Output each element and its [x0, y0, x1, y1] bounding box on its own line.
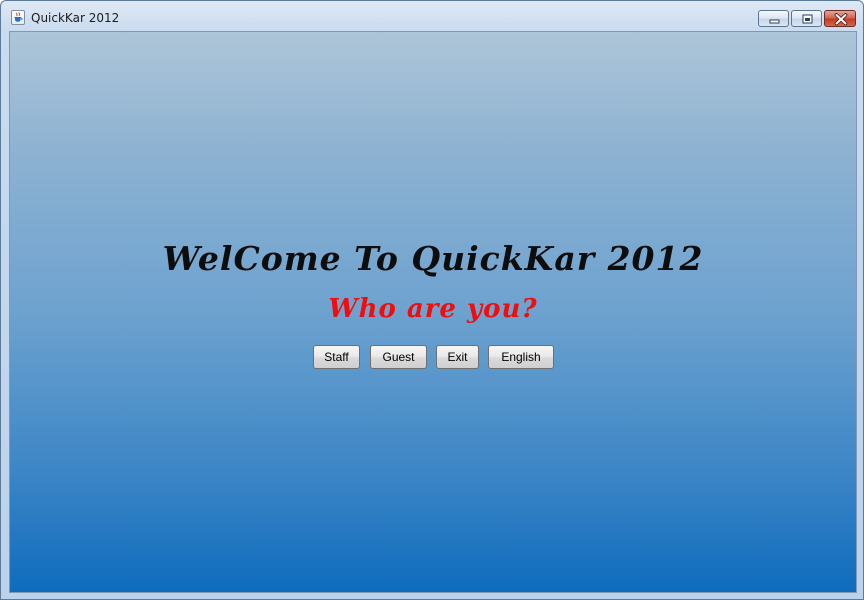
window-title: QuickKar 2012 — [31, 11, 120, 25]
staff-button[interactable]: Staff — [313, 345, 360, 369]
app-window: QuickKar 2012 WelCome To QuickKar 2012 W… — [0, 0, 864, 600]
guest-button[interactable]: Guest — [370, 345, 427, 369]
java-cup-icon[interactable] — [11, 10, 25, 25]
close-icon — [834, 13, 848, 26]
close-button[interactable] — [824, 10, 856, 27]
exit-button[interactable]: Exit — [436, 345, 479, 369]
welcome-heading: WelCome To QuickKar 2012 — [162, 239, 704, 278]
maximize-icon — [802, 14, 813, 24]
role-question: Who are you? — [328, 294, 538, 324]
language-english-button[interactable]: English — [488, 345, 554, 369]
welcome-panel: WelCome To QuickKar 2012 Who are you? St… — [9, 31, 857, 593]
title-bar[interactable]: QuickKar 2012 — [1, 1, 863, 31]
maximize-button[interactable] — [791, 10, 822, 27]
minimize-icon — [769, 19, 780, 24]
minimize-button[interactable] — [758, 10, 789, 27]
